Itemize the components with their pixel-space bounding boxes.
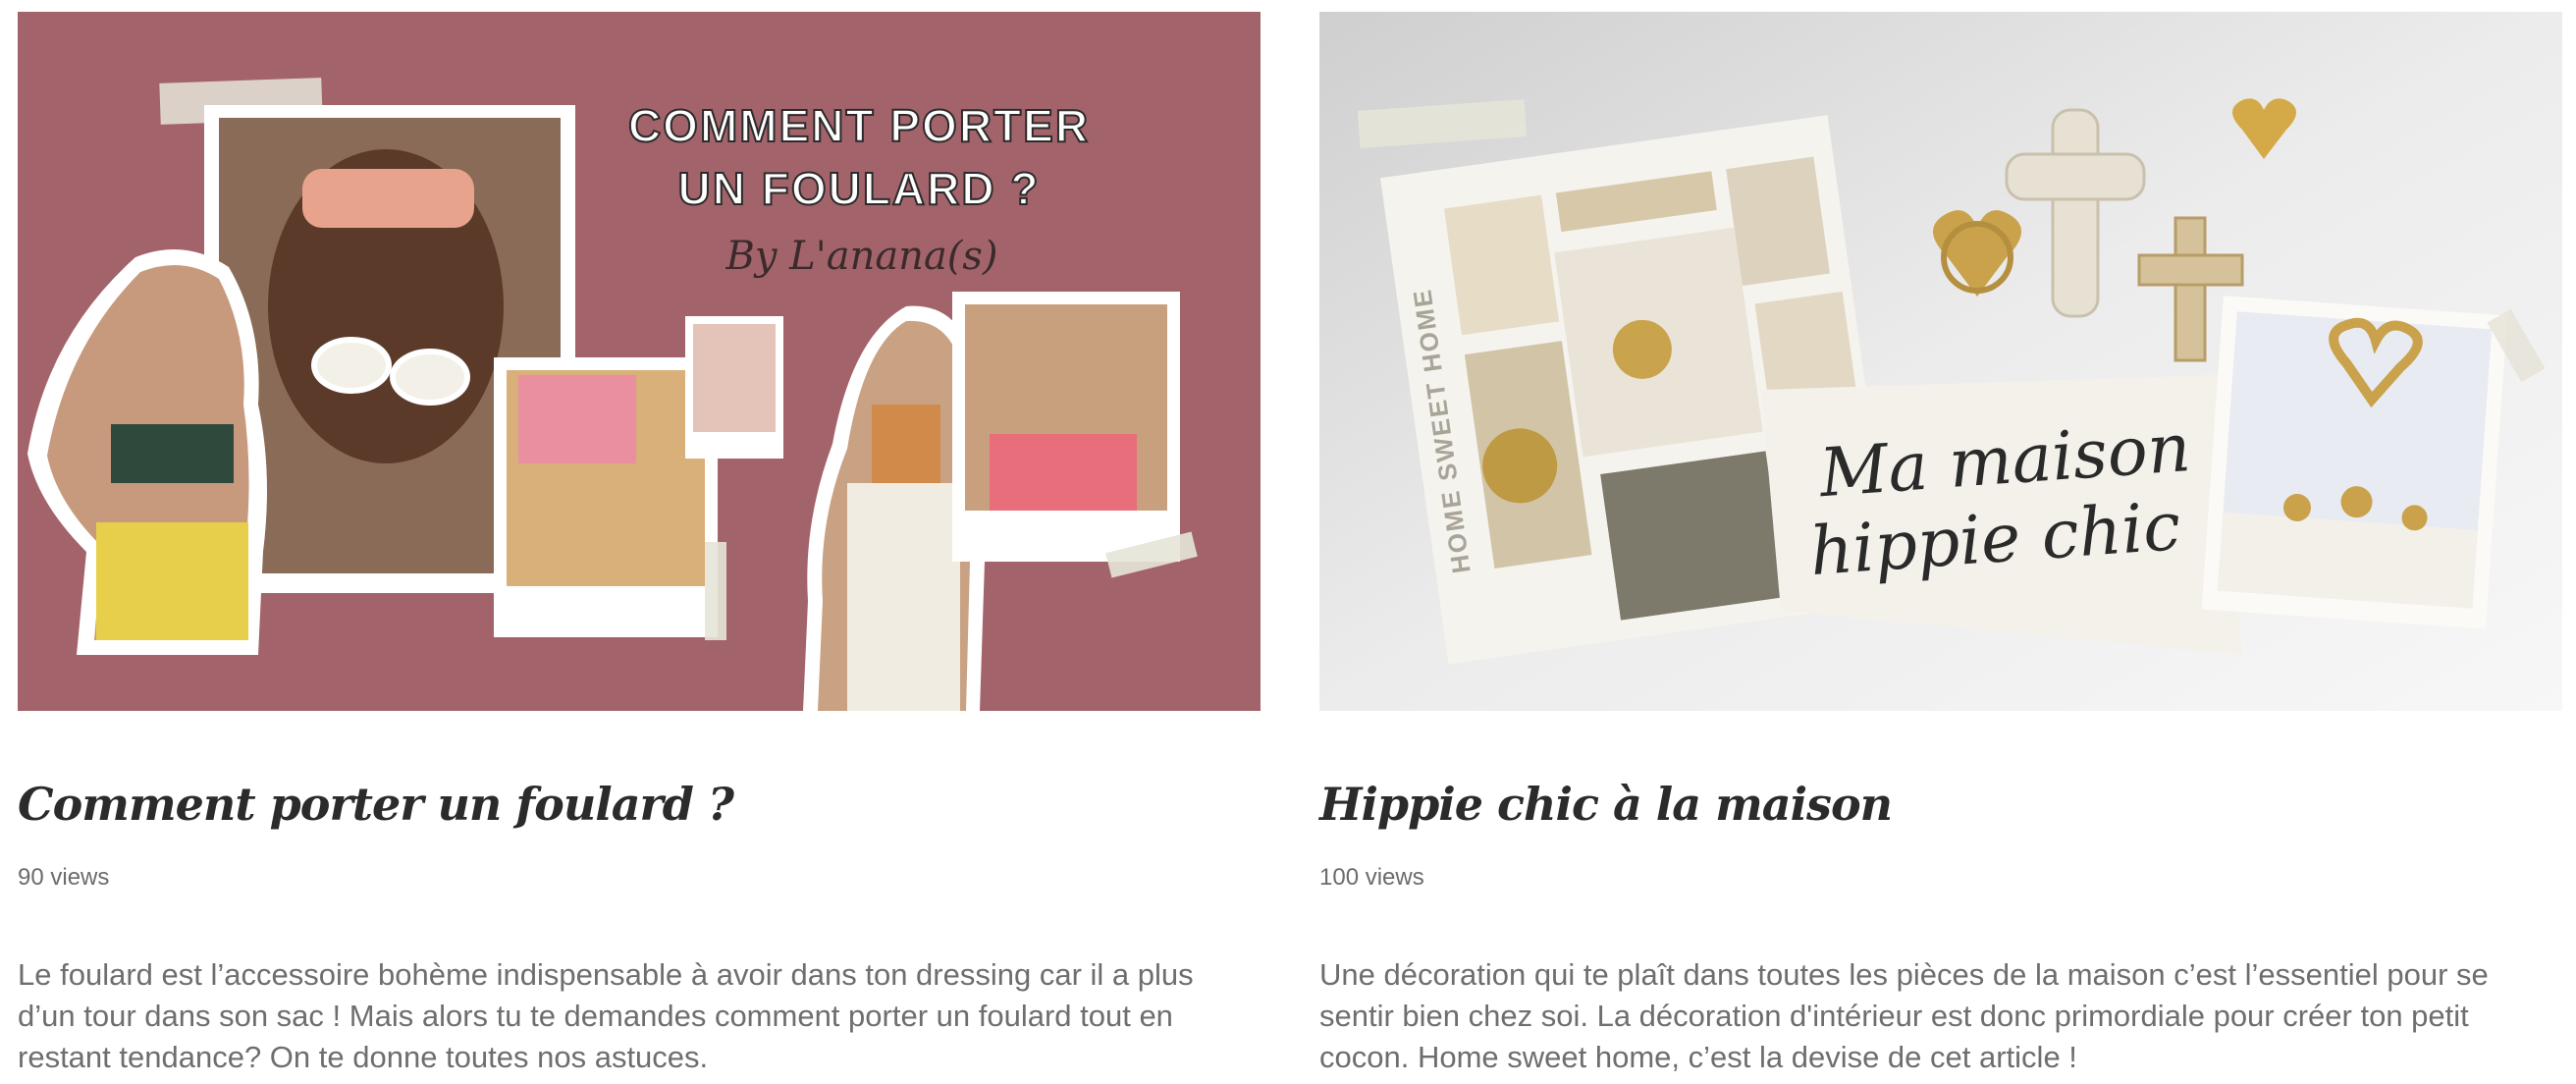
blog-post-card-hippie-chic[interactable]: HOME SWEET HOME Ma maison hippie chic Hi…: [1319, 12, 2562, 1074]
cover-headline-line2: UN FOULARD ?: [678, 163, 1041, 214]
cover-illustration: COMMENT PORTER UN FOULARD ? By L'anana(s…: [18, 12, 1261, 711]
post-cover-image[interactable]: HOME SWEET HOME Ma maison hippie chic: [1319, 12, 2562, 711]
photo-card-altar: [2201, 296, 2508, 629]
post-title[interactable]: Hippie chic à la maison: [1319, 778, 1893, 831]
post-view-count: 100 views: [1319, 864, 1424, 891]
cover-illustration: HOME SWEET HOME Ma maison hippie chic: [1319, 12, 2562, 711]
post-excerpt: Le foulard est l’accessoire bohème indis…: [18, 957, 1194, 1074]
post-excerpt: Une décoration qui te plaît dans toutes …: [1319, 957, 2489, 1074]
cover-signature: By L'anana(s): [724, 234, 997, 279]
post-cover-image[interactable]: COMMENT PORTER UN FOULARD ? By L'anana(s…: [18, 12, 1261, 711]
post-view-count: 90 views: [18, 864, 110, 891]
photo-small-scarf: [693, 324, 776, 432]
blog-post-card-foulard[interactable]: COMMENT PORTER UN FOULARD ? By L'anana(s…: [18, 12, 1261, 1074]
cover-headline-line1: COMMENT PORTER: [628, 100, 1090, 151]
post-title[interactable]: Comment porter un foulard ?: [18, 778, 734, 831]
